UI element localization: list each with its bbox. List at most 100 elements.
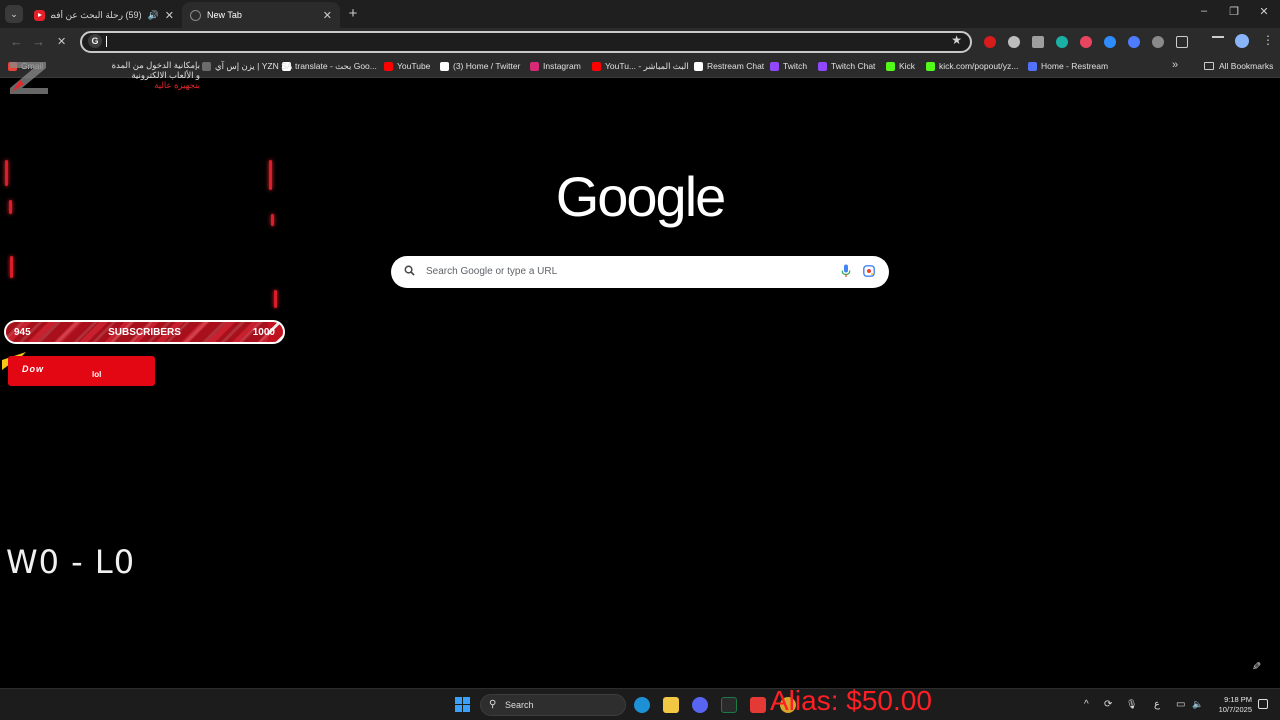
tab-close-icon[interactable]: ✕: [323, 9, 332, 22]
bookmark-label: Instagram: [543, 61, 581, 71]
bookmark-item[interactable]: translate - بحث Goo...: [282, 61, 377, 72]
extension-square-icon[interactable]: [1032, 36, 1044, 48]
microphone-tray-icon[interactable]: 🎙: [1126, 699, 1137, 710]
browser-toolbar: ← → ✕ G ★ ⋮: [0, 28, 1280, 56]
google-lens-icon[interactable]: [863, 265, 875, 277]
red-streak-decoration: [9, 200, 12, 214]
bookmark-item[interactable]: Restream Chat: [694, 61, 764, 71]
youtube-icon: [384, 61, 393, 71]
tab-new-tab[interactable]: New Tab ✕: [182, 2, 340, 28]
bookmark-label: Kick: [899, 61, 916, 71]
instagram-icon: [530, 61, 539, 71]
microphone-icon[interactable]: [841, 264, 851, 278]
clock-time: 9:18 PM: [1224, 695, 1252, 704]
recorder-icon[interactable]: [750, 697, 766, 713]
file-explorer-icon[interactable]: [663, 697, 679, 713]
text-caret: [106, 36, 107, 47]
stop-loading-icon[interactable]: ✕: [57, 35, 66, 48]
red-streak-decoration: [269, 160, 272, 190]
windows-start-icon[interactable]: [455, 697, 470, 712]
bookmark-item[interactable]: Instagram: [530, 61, 581, 71]
kick-icon: [926, 61, 935, 71]
bookmark-item[interactable]: يزن إس آي | YZN SA: [202, 61, 292, 72]
menu-icon[interactable]: ⋮: [1262, 33, 1274, 47]
twitch-icon: [770, 61, 779, 71]
red-streak-decoration: [10, 256, 13, 278]
bookmark-item[interactable]: Twitch Chat: [818, 61, 875, 71]
all-bookmarks-label: All Bookmarks: [1219, 61, 1274, 71]
extensions-puzzle-icon[interactable]: [1176, 36, 1188, 48]
all-bookmarks-button[interactable]: All Bookmarks: [1204, 61, 1273, 71]
red-streak-decoration: [274, 290, 277, 308]
twitch-icon: [818, 61, 827, 71]
bookmark-item[interactable]: kick.com/popout/yz...: [926, 61, 1018, 71]
restream-icon: [1028, 61, 1037, 71]
more-bookmarks-icon[interactable]: »: [1172, 59, 1178, 71]
profile-avatar[interactable]: [1235, 34, 1249, 48]
tab-close-icon[interactable]: ✕: [165, 9, 174, 22]
restore-button[interactable]: ❐: [1224, 5, 1244, 18]
back-icon[interactable]: ←: [10, 34, 23, 49]
overlay-header-text: بإمكانية الدخول من المدة و الألعاب الالك…: [50, 60, 200, 90]
taskbar-search[interactable]: ⚲ Search: [480, 694, 626, 716]
restream-icon: [694, 61, 703, 71]
forward-icon[interactable]: →: [32, 34, 45, 49]
tray-chevron-icon[interactable]: ^: [1084, 699, 1089, 710]
overlay-line: بإمكانية الدخول من المدة: [111, 60, 200, 70]
folder-icon: [1204, 62, 1214, 70]
youtube-icon: [34, 9, 45, 21]
extension-globe-icon[interactable]: [1008, 36, 1020, 48]
excel-icon[interactable]: [721, 697, 737, 713]
search-icon: ⚲: [489, 699, 497, 710]
extension-red-icon[interactable]: [984, 36, 996, 48]
bookmark-item[interactable]: Home - Restream: [1028, 61, 1108, 71]
new-tab-button[interactable]: +: [344, 5, 362, 23]
media-queue-icon[interactable]: [1212, 36, 1224, 48]
tab-youtube[interactable]: (59) رحلة البحث عن أفضل س... 🔊 ✕: [26, 2, 182, 28]
speaker-icon[interactable]: 🔊: [148, 10, 159, 21]
windows-taskbar: ⚲ Search ^ ⟳ 🎙 ع ▭ 🔈 9:18 PM 10/7/2025: [0, 688, 1280, 720]
bookmark-item[interactable]: (3) Home / Twitter: [440, 61, 520, 71]
bookmark-label: Restream Chat: [707, 61, 765, 71]
discord-icon[interactable]: [692, 697, 708, 713]
notification-icon[interactable]: [1258, 699, 1268, 709]
edge-icon[interactable]: [634, 697, 650, 713]
bookmark-label: (3) Home / Twitter: [453, 61, 521, 71]
search-placeholder: Search Google or type a URL: [426, 266, 558, 277]
subscriber-label: SUBSCRIBERS: [108, 327, 181, 338]
bookmark-item[interactable]: YouTube: [384, 61, 430, 71]
taskbar-search-label: Search: [505, 700, 534, 710]
tab-title: (59) رحلة البحث عن أفضل س...: [51, 9, 142, 20]
volume-icon[interactable]: 🔈: [1192, 699, 1203, 710]
tab-title: New Tab: [207, 10, 242, 20]
google-search-box[interactable]: Search Google or type a URL: [391, 256, 889, 288]
donation-alert-text: Alias: $50.00: [770, 685, 932, 716]
youtube-icon: [592, 62, 601, 71]
bookmark-item[interactable]: Twitch: [770, 61, 807, 71]
site-info-icon[interactable]: G: [88, 34, 102, 48]
customize-pencil-icon[interactable]: ✎: [1252, 660, 1261, 673]
yzn-icon: [202, 62, 211, 71]
network-icon[interactable]: ▭: [1176, 699, 1185, 710]
taskbar-clock[interactable]: 9:18 PM 10/7/2025: [1212, 695, 1252, 715]
bookmark-label: Home - Restream: [1041, 61, 1109, 71]
bookmark-label: YouTube: [397, 61, 431, 71]
search-icon: [404, 265, 415, 276]
minimize-button[interactable]: –: [1194, 5, 1214, 17]
language-indicator[interactable]: ع: [1154, 699, 1160, 710]
close-window-button[interactable]: ✕: [1254, 5, 1274, 18]
extension-glasses-icon[interactable]: [1152, 36, 1164, 48]
bookmark-item[interactable]: Kick: [886, 61, 915, 71]
tab-search-button[interactable]: ⌄: [5, 5, 23, 23]
extension-translate-icon[interactable]: [1056, 36, 1068, 48]
overlay-line: و الألعاب الالكترونية: [131, 70, 200, 80]
address-bar[interactable]: G ★: [80, 31, 972, 53]
sync-icon[interactable]: ⟳: [1104, 699, 1112, 710]
extension-blue-icon[interactable]: [1104, 36, 1116, 48]
bookmark-star-icon[interactable]: ★: [951, 33, 962, 47]
extension-tp-icon[interactable]: [1080, 36, 1092, 48]
bookmark-item[interactable]: YouTu... - البث المباشر: [592, 61, 689, 72]
extension-wave-icon[interactable]: [1128, 36, 1140, 48]
bookmark-label: Twitch Chat: [831, 61, 876, 71]
clock-date: 10/7/2025: [1218, 705, 1252, 714]
